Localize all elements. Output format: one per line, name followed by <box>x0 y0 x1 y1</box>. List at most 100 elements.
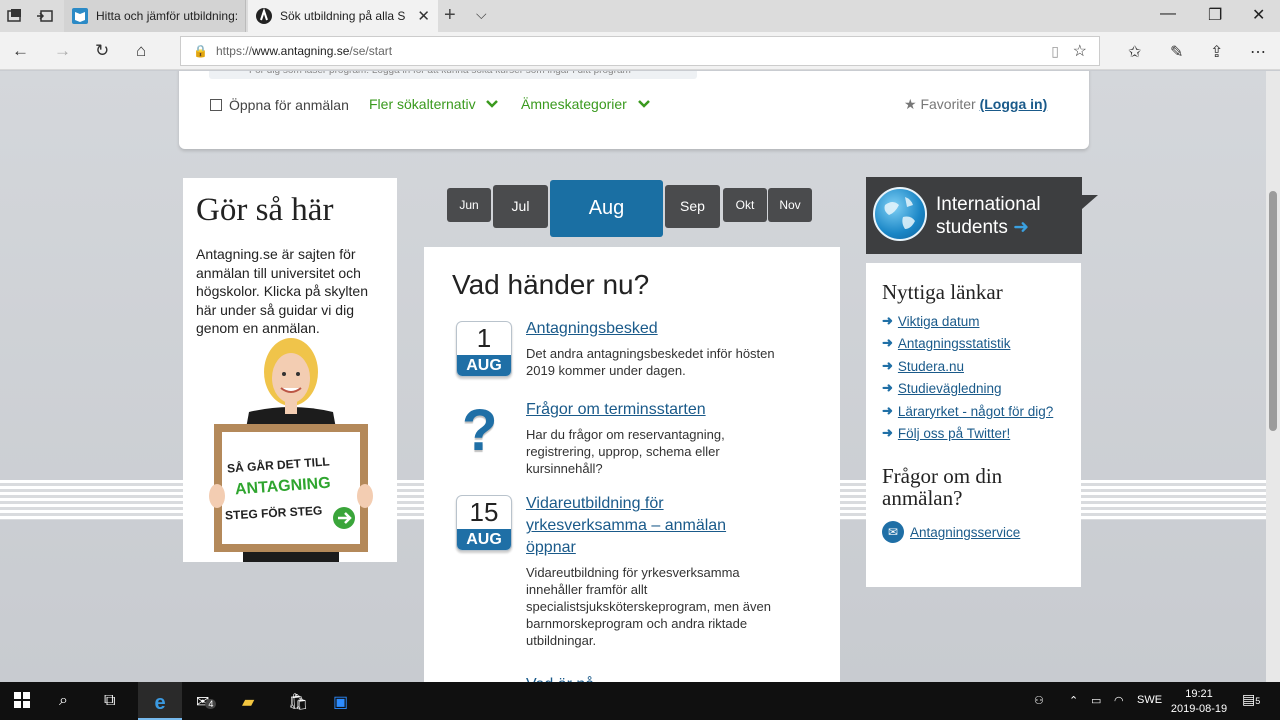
system-clock[interactable]: 19:21 2019-08-19 <box>1170 687 1228 717</box>
url-field[interactable]: 🔒 https:// www.antagning.se /se/start ▯ … <box>180 36 1100 66</box>
link-text: Studera.nu <box>897 358 964 374</box>
calendar-day: 15 <box>469 497 499 527</box>
tab-title: Hitta och jämför utbildning: <box>96 9 239 23</box>
howto-title: Gör så här <box>196 192 334 228</box>
language-indicator[interactable]: SWE <box>1137 694 1162 706</box>
checkbox-box[interactable] <box>210 99 222 111</box>
favorites-hub-icon[interactable]: ✩ <box>1128 42 1141 62</box>
month-tab-jul[interactable]: Jul <box>493 185 548 228</box>
month-tab-okt[interactable]: Okt <box>723 188 767 222</box>
link-text: Viktiga datum <box>897 313 980 329</box>
link-viktiga-datum[interactable]: ➜ Viktiga datum <box>882 313 979 329</box>
international-line1: International <box>936 194 1041 215</box>
battery-icon[interactable]: ▭ <box>1091 694 1101 707</box>
useful-links-heading: Nyttiga länkar <box>882 280 1003 304</box>
subject-categories-link[interactable]: Ämneskategorier <box>521 96 651 112</box>
favorites-label: Favoriter <box>920 96 976 112</box>
news-text: Har du frågor om reservantagning, regist… <box>526 427 725 476</box>
scroll-thumb[interactable] <box>1269 191 1277 431</box>
news-title-terminsstarten[interactable]: Frågor om terminsstarten <box>526 399 776 421</box>
favorites-section: ★ Favoriter (Logga in) <box>904 96 1047 113</box>
chevron-down-icon <box>486 100 499 108</box>
close-tab-icon[interactable]: ✕ <box>417 7 430 25</box>
new-tab-icon[interactable]: + <box>444 4 456 27</box>
howto-card: Gör så här Antagning.se är sajten för an… <box>183 178 397 562</box>
month-tab-sep[interactable]: Sep <box>665 185 720 228</box>
news-card: Vad händer nu? 1 AUG Antagningsbesked De… <box>424 247 840 682</box>
windows-start-icon[interactable] <box>14 692 30 713</box>
set-aside-tabs-icon[interactable] <box>36 7 54 25</box>
refresh-icon[interactable]: ↻ <box>95 41 109 61</box>
international-students-banner[interactable]: International students ➜ <box>866 177 1082 254</box>
arrow-right-icon: ➜ <box>1013 217 1030 238</box>
store-icon[interactable]: 🛍 <box>288 692 308 712</box>
pen-icon[interactable]: ✎ <box>1170 42 1183 62</box>
news-text: Vidareutbildning för yrkesverksamma inne… <box>526 565 771 648</box>
chevron-down-icon <box>637 100 650 108</box>
link-lararyrket[interactable]: ➜ Läraryrket - något för dig? <box>882 403 1053 419</box>
reading-view-icon[interactable]: ▯ <box>1051 43 1059 60</box>
share-icon[interactable]: ⇪ <box>1210 42 1223 62</box>
home-icon[interactable]: ⌂ <box>136 41 146 61</box>
task-view-icon[interactable]: ⧉ <box>104 692 115 710</box>
mail-app-icon[interactable]: ✉4 <box>196 692 217 712</box>
more-options-label: Fler sökalternativ <box>369 96 476 112</box>
arrow-right-icon: ➜ <box>882 313 893 328</box>
edge-icon[interactable]: e <box>138 682 182 720</box>
forward-icon[interactable]: → <box>54 41 71 61</box>
month-tab-nov[interactable]: Nov <box>768 188 812 222</box>
close-window-icon[interactable]: ✕ <box>1252 5 1265 25</box>
open-for-application-checkbox[interactable]: Öppna för anmälan <box>210 97 349 113</box>
antagning-favicon-icon <box>256 7 272 24</box>
link-text: Studievägledning <box>897 380 1002 396</box>
people-icon[interactable]: ⚇ <box>1034 694 1044 707</box>
international-label: International students ➜ <box>936 193 1076 239</box>
back-icon[interactable]: ← <box>12 41 29 61</box>
globe-icon <box>873 187 927 241</box>
step-by-step-sign[interactable]: SÅ GÅR DET TILL ANTAGNING STEG FÖR STEG <box>201 336 381 562</box>
link-studera-nu[interactable]: ➜ Studera.nu <box>882 358 964 374</box>
link-antagningsstatistik[interactable]: ➜ Antagningsstatistik <box>882 335 1010 351</box>
chevron-up-icon[interactable]: ⌃ <box>1069 694 1078 707</box>
minimize-icon[interactable]: — <box>1160 5 1176 23</box>
antagningsservice-link[interactable]: ✉ Antagningsservice <box>882 521 1020 543</box>
notifications-icon[interactable]: ▤5 <box>1242 691 1260 708</box>
link-text: Läraryrket - något för dig? <box>897 403 1054 419</box>
more-icon[interactable]: ⋯ <box>1250 42 1266 62</box>
calendar-icon: 1 AUG <box>456 321 512 377</box>
arrow-right-icon: ➜ <box>882 358 893 373</box>
clock-time: 19:21 <box>1185 688 1213 700</box>
tab-title: Sök utbildning på alla S <box>280 9 406 23</box>
month-tab-jun[interactable]: Jun <box>447 188 491 222</box>
link-twitter[interactable]: ➜ Följ oss på Twitter! <box>882 425 1010 441</box>
more-search-options-link[interactable]: Fler sökalternativ <box>369 96 499 112</box>
page-viewport: För dig som läser program: Logga in för … <box>0 71 1266 682</box>
news-title-antagningsbesked[interactable]: Antagningsbesked <box>526 318 776 340</box>
clock-date: 2019-08-19 <box>1170 703 1228 715</box>
questions-heading: Frågor om din anmälan? <box>882 464 1003 510</box>
page-scrollbar[interactable] <box>1266 71 1280 682</box>
international-line2: students <box>936 217 1008 238</box>
tab-sok-utbildning[interactable]: Sök utbildning på alla S ✕ <box>248 0 438 32</box>
search-icon[interactable]: ⌕ <box>59 692 68 710</box>
url-host: www.antagning.se <box>251 44 350 58</box>
howto-text: Antagning.se är sajten för anmälan till … <box>196 246 368 336</box>
file-explorer-icon[interactable]: ▰ <box>242 692 254 712</box>
login-link[interactable]: (Logga in) <box>980 96 1048 112</box>
tab-hitta[interactable]: Hitta och jämför utbildning: <box>64 0 246 32</box>
wifi-icon[interactable]: ◠ <box>1114 694 1124 707</box>
url-prefix: https:// <box>215 44 252 58</box>
link-studievagledning[interactable]: ➜ Studievägledning <box>882 380 1002 396</box>
tab-actions-icon[interactable] <box>6 7 24 25</box>
more-link-cut[interactable]: Vad är nå... <box>526 674 776 682</box>
mail-icon: ✉ <box>882 521 904 543</box>
news-title-vidareutbildning[interactable]: Vidareutbildning för yrkesverksamma – an… <box>526 493 756 559</box>
restore-icon[interactable]: ❐ <box>1208 5 1222 25</box>
zoom-icon[interactable]: ▣ <box>333 692 348 712</box>
checkbox-label: Öppna för anmälan <box>229 97 349 113</box>
news-text: Det andra antagningsbeskedet inför höste… <box>526 346 775 378</box>
calendar-month: AUG <box>457 355 511 376</box>
favorite-star-icon[interactable]: ☆ <box>1073 41 1087 61</box>
chevron-down-icon[interactable]: ⌵ <box>476 6 487 23</box>
month-tab-aug[interactable]: Aug <box>550 180 663 237</box>
